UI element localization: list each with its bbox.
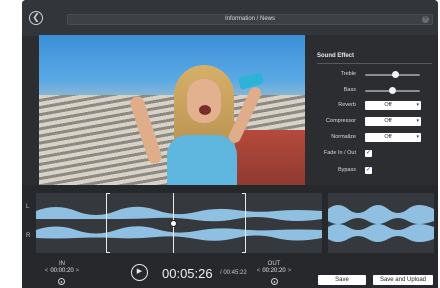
chevron-down-icon: ▾ (416, 134, 419, 140)
out-label: OUT (267, 261, 281, 267)
compressor-select[interactable]: Off ▾ (365, 117, 421, 126)
chevron-down-icon: ▾ (416, 118, 419, 124)
compressor-row: Compressor Off ▾ (305, 116, 438, 128)
back-button[interactable]: ❮ (29, 11, 43, 25)
channel-left-label: L (26, 204, 30, 210)
save-and-upload-button[interactable]: Save and Upload (373, 275, 433, 285)
save-button[interactable]: Save (318, 275, 366, 285)
in-label: IN (59, 261, 65, 267)
divider (317, 63, 432, 64)
bass-slider-knob[interactable] (389, 87, 396, 94)
bass-row: Bass (305, 85, 438, 97)
in-time-increase-icon[interactable]: > (74, 268, 82, 274)
reverb-row: Reverb Off ▾ (305, 100, 438, 112)
out-time-increase-icon[interactable]: > (286, 268, 294, 274)
normalize-value: Off (384, 134, 392, 140)
play-button[interactable]: ▶ (131, 264, 148, 281)
close-icon[interactable]: × (422, 16, 429, 23)
bypass-label: Bypass (337, 167, 356, 173)
reverb-label: Reverb (338, 102, 356, 108)
bass-label: Bass (343, 87, 356, 93)
total-time: / 00:45:22 (220, 270, 247, 276)
title-field: Information / News × (67, 14, 433, 25)
reverb-select[interactable]: Off ▾ (365, 101, 421, 110)
video-preview (39, 35, 305, 185)
fade-label: Fade In / Out (323, 150, 356, 156)
preview-waveform-graphic (328, 205, 434, 242)
set-out-button[interactable]: ● (271, 278, 278, 285)
set-in-button[interactable]: ● (58, 278, 65, 285)
app-window: ❮ Information / News × Sound Effect Treb… (22, 0, 438, 288)
sound-effect-panel: Sound Effect Treble Bass Reverb Off ▾ Co… (305, 35, 438, 185)
bypass-row: Bypass ✓ (305, 165, 438, 177)
singing-woman (128, 65, 265, 185)
preview-waveform (328, 193, 434, 253)
in-marker-handle[interactable] (106, 193, 110, 253)
title-bar: ❮ Information / News × (22, 0, 438, 36)
waveform-graphic (36, 206, 322, 241)
compressor-value: Off (384, 118, 392, 124)
out-time: 00:20:20 (262, 268, 286, 274)
treble-row: Treble (305, 69, 438, 81)
treble-label: Treble (340, 71, 356, 77)
channel-right-label: R (26, 233, 31, 239)
panel-title: Sound Effect (317, 53, 354, 59)
main-waveform[interactable] (36, 193, 322, 253)
playhead-knob[interactable] (170, 220, 177, 227)
normalize-select[interactable]: Off ▾ (365, 133, 421, 142)
fade-checkbox[interactable]: ✓ (365, 150, 372, 157)
normalize-label: Normalize (331, 134, 356, 140)
normalize-row: Normalize Off ▾ (305, 132, 438, 144)
compressor-label: Compressor (326, 118, 356, 124)
treble-slider-knob[interactable] (391, 71, 399, 78)
fade-row: Fade In / Out ✓ (305, 148, 438, 160)
out-time-control: <00:20:20 > (250, 268, 298, 274)
out-marker-handle[interactable] (242, 193, 246, 253)
chevron-down-icon: ▾ (416, 102, 419, 108)
bass-slider[interactable] (365, 87, 420, 94)
in-time: 00:00:20 (50, 268, 74, 274)
bypass-checkbox[interactable]: ✓ (365, 167, 372, 174)
current-time: 00:05:26 (162, 266, 213, 281)
treble-slider[interactable] (365, 71, 420, 78)
in-time-control: <00:00:20 > (38, 268, 86, 274)
reverb-value: Off (384, 102, 392, 108)
window-title: Information / News (224, 16, 276, 22)
